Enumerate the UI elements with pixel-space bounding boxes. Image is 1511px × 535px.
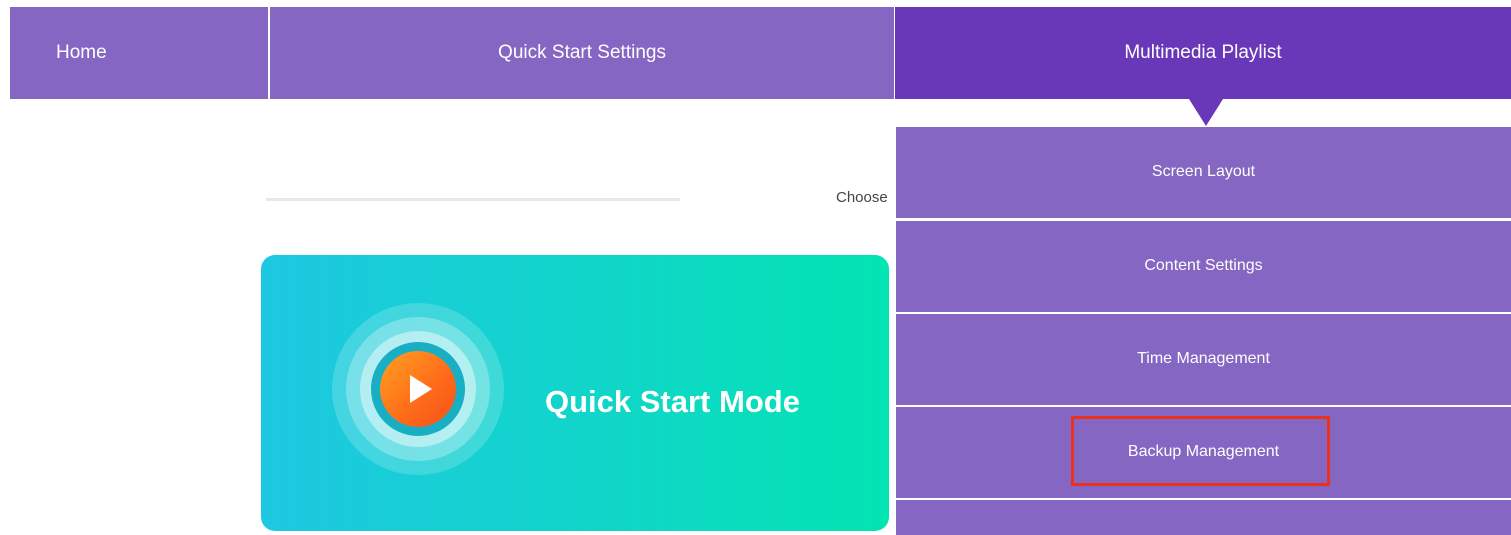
play-triangle-icon [410, 375, 432, 403]
top-navigation: Home Quick Start Settings Multimedia Pla… [10, 7, 1511, 99]
menu-item-content-settings[interactable]: Content Settings [896, 221, 1511, 312]
menu-item-screen-layout[interactable]: Screen Layout [896, 127, 1511, 218]
section-divider [266, 198, 680, 201]
menu-item-label: Time Management [1137, 350, 1270, 367]
menu-item-label: Screen Layout [1151, 163, 1256, 180]
dropdown-pointer-arrow [1189, 99, 1223, 126]
menu-item-label: Content Settings [1144, 257, 1263, 274]
tab-multimedia-playlist[interactable]: Multimedia Playlist [895, 7, 1511, 99]
quick-start-mode-title: Quick Start Mode [545, 384, 800, 419]
tab-multimedia-playlist-label: Multimedia Playlist [1124, 42, 1282, 63]
menu-item-partial[interactable] [896, 500, 1511, 535]
choose-text: Choose [836, 189, 888, 206]
menu-item-time-management[interactable]: Time Management [896, 314, 1511, 405]
tab-home-label: Home [56, 42, 107, 63]
menu-item-label: Backup Management [1127, 443, 1280, 460]
tab-home[interactable]: Home [10, 7, 268, 99]
tab-quick-start-settings[interactable]: Quick Start Settings [270, 7, 894, 99]
tab-quick-start-settings-label: Quick Start Settings [498, 42, 666, 63]
menu-item-backup-management[interactable]: Backup Management [896, 407, 1511, 498]
